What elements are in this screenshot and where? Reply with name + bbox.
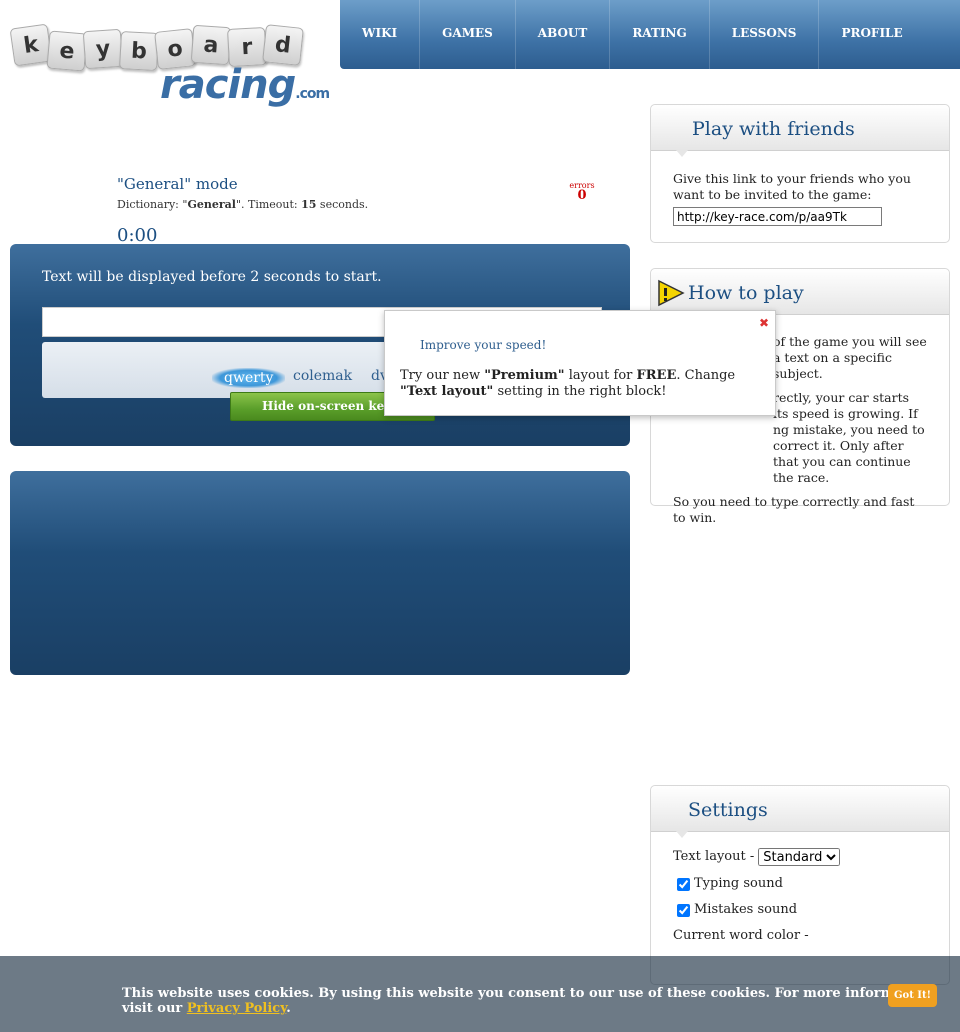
settings-title: Settings — [688, 799, 768, 821]
race-timer: 0:00 — [117, 225, 158, 246]
errors-value: 0 — [577, 188, 587, 203]
popup-text-1: Try our new — [400, 368, 485, 383]
popup-premium: "Premium" — [484, 368, 565, 383]
play-with-friends-title: Play with friends — [692, 118, 855, 140]
warning-icon — [658, 279, 685, 307]
header-notch — [676, 150, 688, 157]
mistakes-sound-label: Mistakes sound — [694, 902, 798, 917]
howto-paragraph-3: So you need to type correctly and fast t… — [673, 494, 915, 525]
cookie-consent-bar: This website uses cookies. By using this… — [0, 956, 960, 1032]
close-icon[interactable]: ✖ — [759, 316, 769, 330]
logo-racing-text: racing — [160, 62, 296, 108]
dict-name: General — [187, 198, 236, 211]
ad-panel — [10, 471, 630, 675]
popup-body: Try our new "Premium" layout for FREE. C… — [400, 368, 760, 400]
typing-sound-checkbox[interactable] — [677, 877, 690, 891]
popup-title: Improve your speed! — [420, 338, 547, 352]
cookie-accept-button[interactable]: Got It! — [888, 984, 937, 1007]
text-layout-select[interactable]: Standard — [758, 848, 841, 866]
typing-sound-label: Typing sound — [694, 876, 783, 891]
dict-prefix: Dictionary: " — [117, 198, 188, 211]
nav-games[interactable]: GAMES — [420, 0, 516, 69]
improve-speed-popup: ✖ Improve your speed! Try our new "Premi… — [384, 310, 776, 416]
cookie-after: . — [286, 1001, 291, 1016]
cookie-message: This website uses cookies. By using this… — [122, 986, 960, 1016]
nav-rating[interactable]: RATING — [610, 0, 710, 69]
popup-text-3: . Change — [676, 368, 736, 383]
timeout-value: 15 — [301, 198, 317, 211]
how-to-play-title: How to play — [688, 282, 804, 304]
privacy-policy-link[interactable]: Privacy Policy — [187, 1001, 287, 1016]
box-body: Give this link to your friends who you w… — [651, 151, 949, 236]
nav-wiki[interactable]: WIKI — [340, 0, 421, 69]
mistakes-sound-row: Mistakes sound — [673, 902, 927, 918]
logo-key: r — [227, 27, 267, 67]
dictionary-info: Dictionary: "General". Timeout: 15 secon… — [117, 198, 368, 211]
typing-sound-row: Typing sound — [673, 876, 927, 892]
mode-title: "General" mode — [117, 175, 238, 193]
logo-key: d — [262, 24, 304, 66]
mistakes-sound-checkbox[interactable] — [677, 903, 690, 917]
header-notch — [676, 831, 688, 838]
main-nav: WIKI GAMES ABOUT RATING LESSONS PROFILE — [340, 0, 960, 69]
logo-dotcom: .com — [295, 86, 330, 102]
settings-box: Settings Text layout - Standard Typing s… — [650, 785, 950, 985]
popup-text-2: layout for — [564, 368, 637, 383]
nav-about[interactable]: ABOUT — [516, 0, 611, 69]
text-layout-row: Text layout - Standard — [673, 848, 927, 866]
friends-instructions: Give this link to your friends who you w… — [673, 171, 911, 202]
popup-free: FREE — [636, 368, 677, 383]
play-with-friends-box: Play with friends Give this link to your… — [650, 104, 950, 243]
box-header: Settings — [651, 786, 949, 838]
popup-text-4: setting in the right block! — [493, 384, 667, 399]
current-word-color-label: Current word color - — [673, 928, 809, 943]
current-word-color-row: Current word color - — [673, 928, 927, 944]
logo-key: b — [119, 31, 159, 71]
box-header: How to play — [651, 269, 949, 321]
logo-key: e — [46, 30, 88, 72]
logo-keys: k e y b o a r d — [8, 18, 308, 72]
logo-key: a — [190, 24, 232, 66]
logo-key: k — [9, 23, 53, 67]
invite-link-field[interactable] — [673, 207, 882, 226]
popup-text-layout: "Text layout" — [400, 384, 494, 399]
errors-counter: errors 0 — [566, 181, 598, 202]
logo-racing: racing.com — [160, 62, 330, 108]
nav-profile[interactable]: PROFILE — [819, 0, 924, 69]
nav-lessons[interactable]: LESSONS — [710, 0, 820, 69]
box-header: Play with friends — [651, 105, 949, 157]
start-countdown-text: Text will be displayed before 2 seconds … — [42, 269, 382, 285]
box-body: Text layout - Standard Typing sound Mist… — [651, 832, 949, 964]
logo-key: y — [82, 28, 124, 70]
dict-mid: ". Timeout: — [235, 198, 302, 211]
dict-suffix: seconds. — [316, 198, 369, 211]
layout-colemak[interactable]: colemak — [293, 368, 352, 384]
text-layout-label: Text layout - — [673, 849, 755, 864]
layout-qwerty[interactable]: qwerty — [212, 368, 286, 388]
site-logo[interactable]: k e y b o a r d racing.com — [8, 18, 330, 108]
